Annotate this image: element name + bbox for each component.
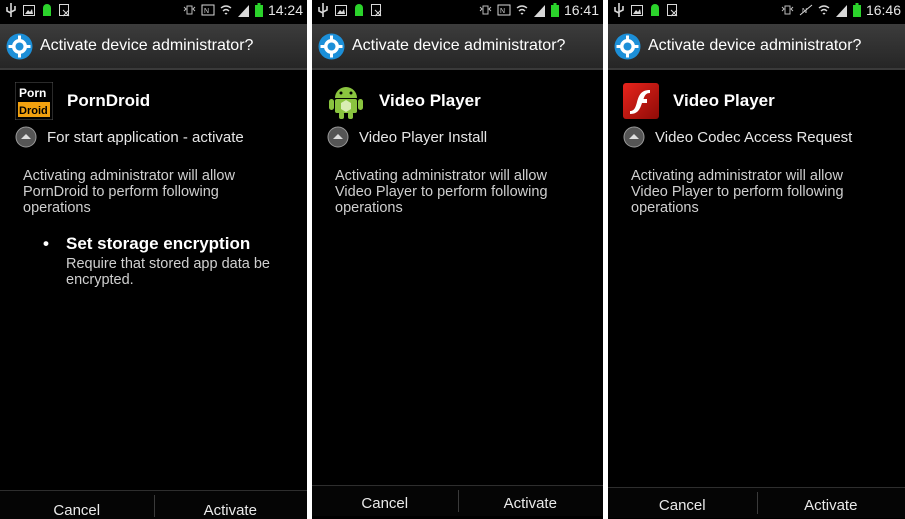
battery-icon bbox=[254, 3, 263, 17]
app-description-row[interactable]: Video Codec Access Request bbox=[623, 126, 852, 148]
button-bar: Cancel Activate bbox=[312, 485, 603, 516]
app-description: For start application - activate bbox=[47, 128, 244, 146]
activate-button[interactable]: Activate bbox=[458, 490, 604, 516]
button-bar: Cancel Activate bbox=[0, 490, 307, 519]
document-icon bbox=[371, 3, 382, 16]
policy-description: Require that stored app data be encrypte… bbox=[66, 256, 270, 288]
admin-explanation: Activating administrator will allow Vide… bbox=[335, 168, 548, 216]
activate-button[interactable]: Activate bbox=[154, 499, 308, 519]
cancel-button[interactable]: Cancel bbox=[312, 490, 458, 516]
gallery-icon bbox=[335, 4, 347, 16]
cancel-button[interactable]: Cancel bbox=[608, 492, 757, 518]
status-bar: N 16:46 bbox=[608, 0, 905, 22]
android-notification-icon bbox=[651, 3, 659, 16]
gear-icon bbox=[318, 33, 345, 60]
nfc-off-icon: N bbox=[799, 4, 813, 16]
svg-text:N: N bbox=[204, 8, 209, 15]
battery-icon bbox=[550, 3, 559, 17]
wifi-icon bbox=[818, 4, 830, 15]
usb-icon bbox=[318, 3, 328, 17]
gallery-icon bbox=[631, 4, 643, 16]
android-notification-icon bbox=[355, 3, 363, 16]
admin-explanation: Activating administrator will allow Vide… bbox=[631, 168, 844, 216]
expand-icon[interactable] bbox=[15, 126, 37, 148]
svg-text:N: N bbox=[500, 8, 505, 15]
gallery-icon bbox=[23, 4, 35, 16]
signal-icon bbox=[533, 4, 545, 17]
bullet: • bbox=[43, 234, 49, 253]
admin-explanation: Activating administrator will allow Porn… bbox=[23, 168, 235, 216]
phone-screen-1: N 14:24 Activate device administrator? P… bbox=[0, 0, 307, 519]
cancel-button[interactable]: Cancel bbox=[0, 499, 154, 519]
status-time: 14:24 bbox=[267, 2, 303, 18]
android-icon bbox=[329, 87, 363, 119]
policy-item: • Set storage encryption Require that sto… bbox=[40, 234, 280, 288]
svg-text:N: N bbox=[802, 8, 807, 15]
app-header: Video Player bbox=[327, 82, 481, 120]
signal-icon bbox=[835, 4, 847, 17]
dialog-title: Activate device administrator? bbox=[352, 37, 566, 54]
document-icon bbox=[59, 3, 70, 16]
status-time: 16:46 bbox=[865, 2, 901, 18]
svg-text:Droid: Droid bbox=[19, 105, 48, 117]
expand-icon[interactable] bbox=[327, 126, 349, 148]
policy-title: • Set storage encryption bbox=[43, 234, 251, 253]
expand-icon[interactable] bbox=[623, 126, 645, 148]
wifi-icon bbox=[516, 4, 528, 15]
app-header: Porn Droid PornDroid bbox=[15, 82, 150, 120]
nfc-icon: N bbox=[201, 4, 215, 16]
dialog-title-bar: Activate device administrator? bbox=[312, 24, 603, 70]
android-notification-icon bbox=[43, 3, 51, 16]
app-name: Video Player bbox=[379, 91, 481, 110]
signal-icon bbox=[237, 4, 249, 17]
app-header: Video Player bbox=[623, 82, 775, 120]
app-description-row[interactable]: Video Player Install bbox=[327, 126, 487, 148]
phone-screen-3: N 16:46 Activate device administrator? V… bbox=[608, 0, 905, 519]
vibrate-off-icon bbox=[479, 5, 492, 15]
battery-icon bbox=[852, 3, 861, 17]
dialog-title-bar: Activate device administrator? bbox=[608, 24, 905, 70]
status-bar: N 16:41 bbox=[312, 0, 603, 22]
gear-icon bbox=[6, 33, 33, 60]
usb-icon bbox=[6, 3, 16, 17]
dialog-title: Activate device administrator? bbox=[648, 37, 862, 54]
dialog-title-bar: Activate device administrator? bbox=[0, 24, 307, 70]
porndroid-icon: Porn Droid bbox=[15, 82, 53, 120]
activate-button[interactable]: Activate bbox=[757, 492, 905, 518]
wifi-icon bbox=[220, 4, 232, 15]
app-description: Video Codec Access Request bbox=[655, 128, 853, 146]
phone-screen-2: N 16:41 Activate device administrator? V… bbox=[312, 0, 603, 519]
app-name: Video Player bbox=[673, 91, 775, 110]
app-description-row[interactable]: For start application - activate bbox=[15, 126, 244, 148]
gear-icon bbox=[614, 33, 641, 60]
vibrate-off-icon bbox=[183, 5, 196, 15]
flash-icon bbox=[623, 83, 659, 119]
document-icon bbox=[667, 3, 678, 16]
nfc-icon: N bbox=[497, 4, 511, 16]
vibrate-off-icon bbox=[781, 5, 794, 15]
button-bar: Cancel Activate bbox=[608, 487, 905, 518]
app-name: PornDroid bbox=[67, 91, 151, 110]
status-time: 16:41 bbox=[563, 2, 599, 18]
svg-text:Porn: Porn bbox=[19, 86, 46, 100]
status-bar: N 14:24 bbox=[0, 0, 307, 22]
usb-icon bbox=[614, 3, 624, 17]
app-description: Video Player Install bbox=[359, 128, 488, 146]
dialog-title: Activate device administrator? bbox=[40, 37, 254, 54]
